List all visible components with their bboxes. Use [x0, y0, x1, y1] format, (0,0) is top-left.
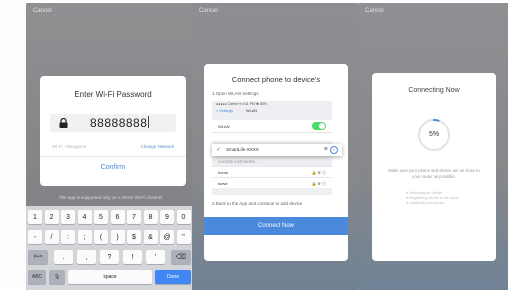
- key[interactable]: 6: [110, 210, 125, 224]
- divider: [40, 156, 186, 157]
- wifi-network-label: Wi-Fi : Meogeme: [52, 144, 87, 149]
- connect-device-wifi-screen: Cancel Connect phone to device's 1.Open …: [192, 3, 358, 290]
- connect-now-button[interactable]: Connect Now: [204, 217, 348, 235]
- checkmark-icon: ✓: [216, 147, 222, 153]
- wifi-password-screen: Cancel Enter Wi-Fi Password 88888888 Wi-…: [26, 3, 195, 290]
- connecting-screen: Cancel Connecting Now 5% Make sure your …: [358, 3, 508, 290]
- connecting-card: Connecting Now 5% Make sure your phone a…: [372, 73, 496, 261]
- key[interactable]: !: [123, 250, 142, 264]
- done-key[interactable]: Done: [155, 270, 191, 284]
- key[interactable]: ": [176, 230, 191, 244]
- wlan-label: WLAN: [218, 124, 230, 129]
- key[interactable]: $: [127, 230, 141, 244]
- connecting-description: Make sure your phone and device are as c…: [388, 168, 480, 179]
- toggle-switch: [312, 122, 326, 130]
- password-field[interactable]: 88888888: [50, 114, 176, 132]
- key[interactable]: 5: [94, 210, 108, 224]
- key[interactable]: ?: [100, 250, 119, 264]
- key[interactable]: ): [110, 230, 125, 244]
- keyboard-row-punctuation: #+= . , ? ! ' ⌫: [28, 250, 193, 264]
- step-item: ● Initializing your device: [406, 201, 445, 205]
- choose-network-label: CHOOSE A NETWORK...: [218, 160, 258, 164]
- step-one-text: 1.Open WLAN Settings: [212, 91, 259, 96]
- key[interactable]: 3: [61, 210, 75, 224]
- key[interactable]: ,: [77, 250, 96, 264]
- step-two-text: 2.Back to the App and continue to add de…: [212, 201, 303, 206]
- abc-key[interactable]: ABC: [28, 270, 46, 284]
- password-dialog: Enter Wi-Fi Password 88888888 Wi-Fi : Me…: [40, 76, 186, 186]
- cancel-button[interactable]: Cancel: [199, 8, 218, 14]
- connecting-steps: ● Searching for Device ● Registering dev…: [406, 191, 458, 206]
- selected-network-row: ✓ SmartLife-XXXX ≋ i: [212, 144, 342, 156]
- keyboard-row-symbols: - / : ; ( ) $ & @ ": [28, 230, 193, 244]
- connect-instructions-card: Connect phone to device's 1.Open WLAN Se…: [204, 64, 348, 261]
- progress-percent: 5%: [428, 131, 440, 138]
- key[interactable]: .: [54, 250, 73, 264]
- key[interactable]: (: [94, 230, 108, 244]
- password-value: 88888888: [90, 116, 148, 130]
- network-name: home: [218, 170, 229, 175]
- keyboard-row-digits: 1 2 3 4 5 6 7 8 9 0: [28, 210, 193, 224]
- lock-icon: [59, 118, 68, 128]
- key[interactable]: ': [146, 250, 165, 264]
- wlan-toggle-row: WLAN: [212, 120, 332, 132]
- text-caret: [148, 116, 150, 128]
- numeric-keyboard: 1 2 3 4 5 6 7 8 9 0 - / : ; ( ) $ & @ " …: [26, 206, 195, 290]
- key[interactable]: 7: [127, 210, 141, 224]
- microphone-icon[interactable]: 🎙: [49, 270, 65, 284]
- wifi-band-hint: The app is supported only on 2.4GHz Wi-F…: [58, 195, 163, 200]
- card-title: Connect phone to device's: [231, 75, 321, 84]
- card-title: Connecting Now: [408, 87, 460, 94]
- key[interactable]: @: [160, 230, 174, 244]
- wlan-blank-row: [212, 132, 332, 141]
- symbols-toggle-key[interactable]: #+=: [28, 250, 48, 264]
- cancel-button[interactable]: Cancel: [365, 8, 384, 14]
- key[interactable]: -: [28, 230, 42, 244]
- network-row: home 🔒 ≋ ⓘ: [212, 166, 332, 177]
- keyboard-row-bottom: ABC 🎙 space Done: [28, 270, 193, 284]
- key[interactable]: &: [143, 230, 158, 244]
- dialog-title: Enter Wi-Fi Password: [74, 90, 152, 99]
- key[interactable]: :: [61, 230, 75, 244]
- lock-wifi-info-icon: 🔒 ≋ ⓘ: [311, 170, 326, 175]
- wlan-header: WLAN: [246, 109, 257, 113]
- cancel-button[interactable]: Cancel: [33, 8, 52, 14]
- selected-network-name: SmartLife-XXXX: [226, 147, 259, 152]
- network-name: tuewi: [218, 181, 228, 186]
- key[interactable]: 4: [77, 210, 92, 224]
- lock-wifi-info-icon: 🔒 ≋ ⓘ: [311, 181, 326, 186]
- space-key[interactable]: space: [68, 270, 152, 284]
- key[interactable]: ;: [77, 230, 92, 244]
- network-row: tuewi 🔒 ≋ ⓘ: [212, 177, 332, 188]
- confirm-button[interactable]: Confirm: [40, 164, 186, 171]
- settings-back-link: < Settings: [216, 109, 233, 113]
- change-network-link[interactable]: Change Network: [140, 144, 174, 149]
- key[interactable]: 0: [176, 210, 191, 224]
- info-icon: i: [330, 146, 338, 154]
- key[interactable]: 1: [28, 210, 42, 224]
- key[interactable]: 8: [143, 210, 158, 224]
- key[interactable]: 2: [44, 210, 59, 224]
- status-bar: ●●●●● Carrier ▾ 4:41 PM ✱ 85%: [216, 102, 267, 106]
- key[interactable]: 9: [160, 210, 174, 224]
- key[interactable]: /: [44, 230, 59, 244]
- backspace-key[interactable]: ⌫: [171, 250, 191, 264]
- wifi-icon: ≋: [323, 146, 328, 152]
